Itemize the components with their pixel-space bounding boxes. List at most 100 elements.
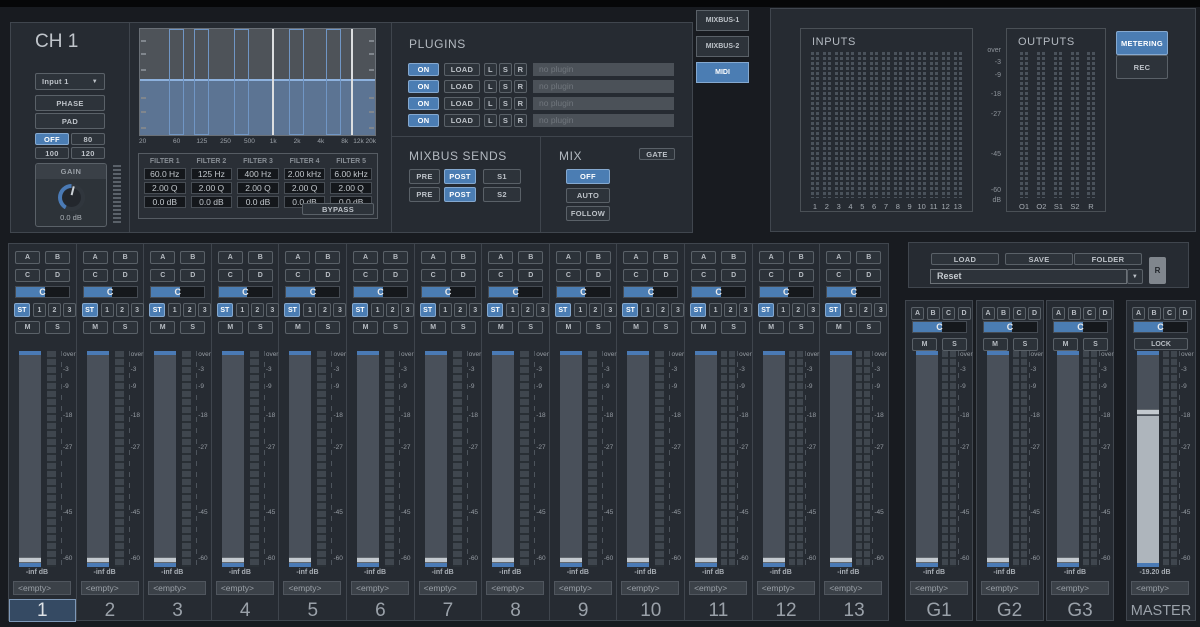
sub-1-button[interactable]: 1 [574,303,587,317]
plugin2-load-button[interactable]: LOAD [444,80,480,93]
fader[interactable] [19,351,41,567]
sub-3-button[interactable]: 3 [198,303,211,317]
pan-slider[interactable]: C [150,286,205,298]
layer-a-button[interactable]: A [1132,307,1145,320]
solo-button[interactable]: S [856,321,881,334]
layer-b-button[interactable]: B [451,251,476,264]
pan-slider[interactable]: C [1053,321,1108,333]
sub-3-button[interactable]: 3 [333,303,346,317]
strip-name-field[interactable]: <empty> [81,581,139,595]
solo-button[interactable]: S [451,321,476,334]
layer-d-button[interactable]: D [721,269,746,282]
plugin3-name-field[interactable]: no plugin [533,97,674,110]
layer-c-button[interactable]: C [826,269,851,282]
layer-b-button[interactable]: B [927,307,940,320]
pan-slider[interactable]: C [623,286,678,298]
sub-1-button[interactable]: 1 [168,303,181,317]
pan-slider[interactable]: C [691,286,746,298]
filter-q-value[interactable]: 2.00 Q [144,182,186,194]
mute-button[interactable]: M [691,321,716,334]
strip-select-11[interactable]: 11 [685,599,752,622]
fader[interactable] [154,351,176,567]
send1-pre-button[interactable]: PRE [409,169,440,184]
layer-a-button[interactable]: A [353,251,378,264]
mute-button[interactable]: M [353,321,378,334]
sub-2-button[interactable]: 2 [48,303,61,317]
layer-d-button[interactable]: D [653,269,678,282]
mute-button[interactable]: M [912,338,937,351]
pan-slider[interactable]: C [83,286,138,298]
strip-select-8[interactable]: 8 [482,599,549,622]
solo-button[interactable]: S [586,321,611,334]
fader[interactable] [222,351,244,567]
layer-d-button[interactable]: D [315,269,340,282]
fader[interactable] [1137,351,1159,567]
sub-2-button[interactable]: 2 [656,303,669,317]
pan-slider[interactable]: C [556,286,611,298]
pan-slider[interactable]: C [912,321,967,333]
sub-2-button[interactable]: 2 [792,303,805,317]
plugin1-r-button[interactable]: R [514,63,527,76]
layer-a-button[interactable]: A [759,251,784,264]
layer-c-button[interactable]: C [150,269,175,282]
gate-button[interactable]: GATE [639,148,675,160]
fader[interactable] [357,351,379,567]
mute-button[interactable]: M [983,338,1008,351]
fader[interactable] [87,351,109,567]
mute-button[interactable]: M [759,321,784,334]
pan-slider[interactable]: C [759,286,814,298]
strip-select-3[interactable]: 3 [144,599,211,622]
mute-button[interactable]: M [83,321,108,334]
layer-d-button[interactable]: D [113,269,138,282]
sub-3-button[interactable]: 3 [807,303,820,317]
filter-freq-value[interactable]: 60.0 Hz [144,168,186,180]
sub-2-button[interactable]: 2 [386,303,399,317]
mix-off-button[interactable]: OFF [566,169,610,184]
layer-a-button[interactable]: A [150,251,175,264]
layer-c-button[interactable]: C [942,307,955,320]
fader[interactable] [425,351,447,567]
layer-a-button[interactable]: A [488,251,513,264]
eq-band-2[interactable] [194,29,209,135]
mute-button[interactable]: M [556,321,581,334]
mute-button[interactable]: M [488,321,513,334]
layer-b-button[interactable]: B [518,251,543,264]
layer-c-button[interactable]: C [353,269,378,282]
fader[interactable] [1057,351,1079,567]
layer-b-button[interactable]: B [1148,307,1161,320]
plugin4-r-button[interactable]: R [514,114,527,127]
strip-name-field[interactable]: <empty> [689,581,747,595]
solo-button[interactable]: S [942,338,967,351]
strip-name-field[interactable]: <empty> [981,581,1039,595]
sub-1-button[interactable]: 1 [236,303,249,317]
strip-select-g2[interactable]: G2 [977,599,1043,622]
layer-c-button[interactable]: C [285,269,310,282]
sub-1-button[interactable]: 1 [101,303,114,317]
st-button[interactable]: ST [352,303,368,317]
layer-b-button[interactable]: B [721,251,746,264]
layer-b-button[interactable]: B [586,251,611,264]
filter-gain-value[interactable]: 0.0 dB [237,196,279,208]
solo-button[interactable]: S [518,321,543,334]
pan-slider[interactable]: C [15,286,70,298]
layer-d-button[interactable]: D [1028,307,1041,320]
solo-button[interactable]: S [45,321,70,334]
filter-freq-value[interactable]: 6.00 kHz [330,168,372,180]
send1-post-button[interactable]: POST [444,169,476,184]
layer-d-button[interactable]: D [958,307,971,320]
sub-1-button[interactable]: 1 [439,303,452,317]
sub-3-button[interactable]: 3 [469,303,482,317]
sub-1-button[interactable]: 1 [641,303,654,317]
layer-b-button[interactable]: B [789,251,814,264]
layer-d-button[interactable]: D [248,269,273,282]
strip-name-field[interactable]: <empty> [148,581,206,595]
sub-2-button[interactable]: 2 [589,303,602,317]
strip-name-field[interactable]: <empty> [486,581,544,595]
send2-bus-button[interactable]: S2 [483,187,521,202]
mute-button[interactable]: M [150,321,175,334]
mix-auto-button[interactable]: AUTO [566,188,610,203]
metering-button[interactable]: METERING [1116,31,1168,55]
strip-select-12[interactable]: 12 [753,599,820,622]
filter-q-value[interactable]: 2.00 Q [330,182,372,194]
rec-button[interactable]: REC [1116,55,1168,79]
